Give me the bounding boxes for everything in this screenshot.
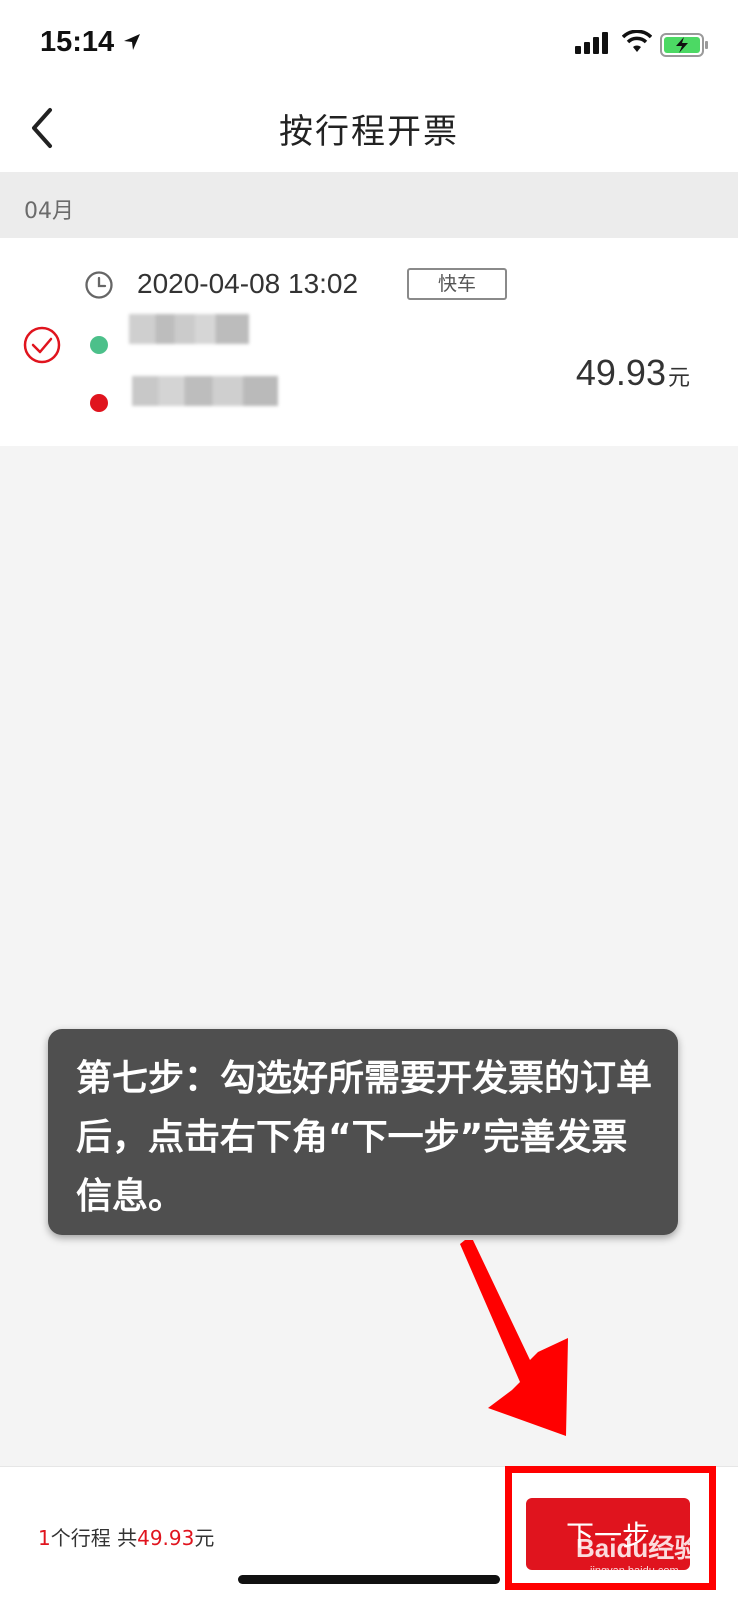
selected-check-icon[interactable] (22, 325, 62, 365)
clock-icon (85, 271, 113, 299)
month-header (0, 172, 738, 238)
tutorial-tip-text: 第七步：勾选好所需要开发票的订单后，点击右下角“下一步”完善发票信息。 (76, 1058, 653, 1217)
home-indicator (238, 1575, 500, 1584)
page-title: 按行程开票 (279, 112, 459, 152)
wifi-icon (622, 30, 652, 52)
ride-type-badge: 快车 (407, 268, 507, 300)
signal-icon (575, 32, 608, 54)
trip-price-unit: 元 (667, 365, 690, 390)
start-address-blurred (129, 314, 249, 344)
trip-summary: 1个行程 共49.93元 (38, 1522, 214, 1551)
pointer-arrow-icon (460, 1240, 568, 1436)
baidu-watermark: Baidu经验 jingyan.baidu.com (576, 1528, 700, 1577)
trip-price: 49.93元 (576, 352, 690, 394)
battery-charging-icon (660, 33, 708, 57)
trip-count: 1 (38, 1526, 51, 1550)
total-amount: 49.93 (137, 1526, 195, 1550)
trip-datetime: 2020-04-08 13:02 (137, 268, 359, 299)
trip-count-suffix: 个行程 共 (50, 1526, 138, 1550)
trip-price-value: 49.93 (575, 352, 666, 393)
end-address-blurred (132, 376, 278, 406)
month-label: 04月 (24, 199, 74, 224)
location-arrow-icon (124, 34, 140, 50)
start-point-dot (90, 336, 108, 354)
watermark-logo: Baidu经验 (576, 1533, 701, 1563)
total-unit: 元 (194, 1526, 215, 1550)
watermark-url: jingyan.baidu.com (590, 1565, 679, 1577)
end-point-dot (90, 394, 108, 412)
status-time: 15:14 (40, 26, 115, 58)
